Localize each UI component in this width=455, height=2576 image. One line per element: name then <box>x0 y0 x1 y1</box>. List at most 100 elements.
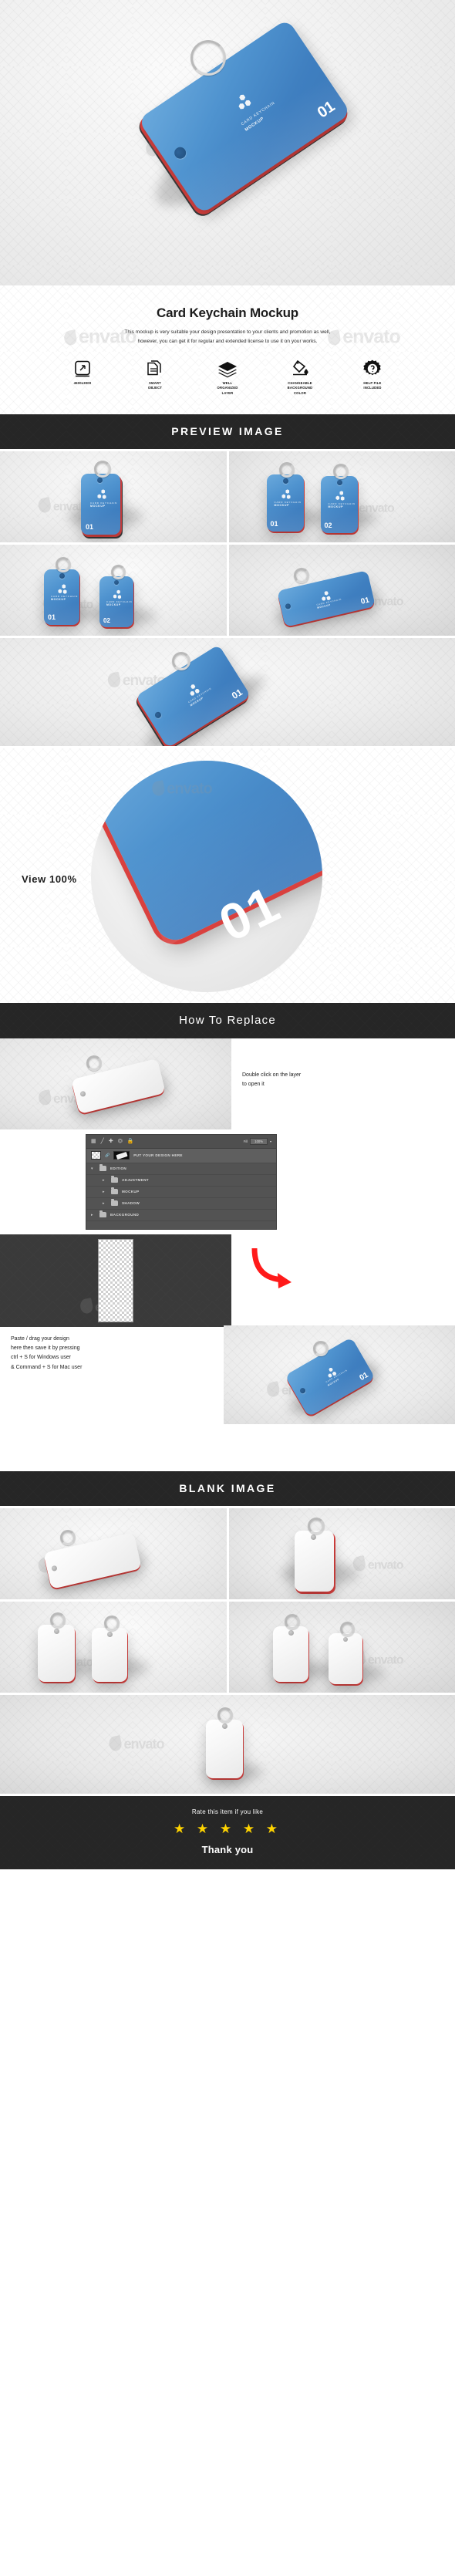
blank-cell-4: envato <box>228 1601 455 1693</box>
blank-image-banner: BLANK IMAGE <box>0 1470 455 1506</box>
card-hole <box>342 1636 348 1642</box>
grid-lock-icon[interactable]: ▦ <box>91 1139 96 1144</box>
layer-row-smart-object[interactable]: 🔗 PUT YOUR DESIGN HERE <box>86 1148 276 1163</box>
blank-cell-1: envato <box>0 1507 227 1599</box>
blank-keychain-mockup <box>199 1707 262 1792</box>
card-face: CARD KEYCHAIN MOCKUP 01 <box>44 569 79 625</box>
feature-caption: 4500x3000 <box>73 381 92 386</box>
link-icon[interactable]: 🔗 <box>105 1153 110 1158</box>
card-hole <box>97 477 103 483</box>
card-logo-icon <box>97 489 106 499</box>
chevron-down-icon[interactable]: ▾ <box>270 1139 271 1143</box>
feature-smart-object: SMART OBJECT <box>133 358 177 396</box>
card-hole <box>107 1631 113 1637</box>
blank-cell-2: envato <box>228 1507 455 1599</box>
preview-cell-3: CARD KEYCHAIN MOCKUP 01 CARD KEYCHAIN MO… <box>0 544 227 636</box>
keyring-icon <box>217 1707 233 1723</box>
footer-rating-section: Rate this item if you like ★ ★ ★ ★ ★ Tha… <box>0 1795 455 1869</box>
move-lock-icon[interactable]: ✚ <box>109 1139 113 1144</box>
keyring-icon <box>284 1613 300 1629</box>
card-hole <box>298 1386 307 1395</box>
layer-row-edition[interactable]: ▾ EDITION <box>86 1163 276 1175</box>
layer-name: SHADOW <box>122 1201 140 1206</box>
step2-line4: & Command + S for Mac user <box>11 1364 83 1370</box>
transparent-canvas-area[interactable] <box>98 1238 133 1322</box>
keyring-icon <box>172 651 190 670</box>
card-number: 01 <box>48 613 56 621</box>
blank-keychain-mockup <box>328 1621 385 1693</box>
photoshop-layers-panel[interactable]: ▦ ╱ ✚ ⏣ 🔒 Fill 100% ▾ 🔗 PUT YOUR DESIGN … <box>86 1133 277 1230</box>
preview-cell-5: CARD KEYCHAIN MOCKUP 01 envato <box>0 637 455 746</box>
folder-icon <box>111 1199 118 1207</box>
blank-keychain-mockup <box>32 1528 187 1593</box>
layer-row-adjustment[interactable]: ▸ ADJUSTMENT <box>86 1175 276 1187</box>
preview-cell-1: CARD KEYCHAIN MOCKUP 01 envato <box>0 451 227 542</box>
page-title: Card Keychain Mockup <box>157 306 298 320</box>
feature-help-file: HELP FILE INCLUDED <box>350 358 395 396</box>
feature-background-color: CHANGEABLE BACKGROUND COLOR <box>278 358 322 396</box>
folder-icon <box>111 1187 118 1195</box>
layer-name: PUT YOUR DESIGN HERE <box>133 1153 183 1158</box>
card-hole <box>282 478 288 484</box>
keychain-mockup: CARD KEYCHAIN MOCKUP 01 <box>266 566 420 629</box>
preview-cell-4: CARD KEYCHAIN MOCKUP 01 envato <box>228 544 455 636</box>
feature-caption: WELL ORGANIZED LAYER <box>217 381 238 395</box>
fill-control[interactable]: Fill 100% ▾ <box>243 1137 271 1145</box>
keyring-icon <box>86 1055 102 1071</box>
lock-all-icon[interactable]: 🔒 <box>127 1139 134 1144</box>
zoomed-card-face <box>91 760 322 947</box>
card-face-blank <box>206 1719 243 1778</box>
fill-value[interactable]: 100% <box>250 1137 268 1145</box>
keychain-mockup: CARD KEYCHAIN MOCKUP 01 <box>266 461 323 539</box>
card-number: 01 <box>86 522 94 531</box>
keyring-icon <box>50 1612 66 1628</box>
intro-description: This mockup is very suitable your design… <box>0 328 455 346</box>
rate-prompt: Rate this item if you like <box>191 1808 264 1815</box>
card-hole <box>284 603 292 610</box>
brush-lock-icon[interactable]: ╱ <box>101 1139 104 1144</box>
hero-keychain: CARD KEYCHAIN MOCKUP 01 <box>135 19 389 264</box>
fill-label: Fill <box>243 1139 248 1143</box>
layer-row-mockup[interactable]: ▸ MOCKUP <box>86 1187 276 1198</box>
card-hole <box>59 572 65 579</box>
card-logo-icon <box>335 491 345 501</box>
keychain-mockup: CARD KEYCHAIN MOCKUP 01 <box>59 460 167 541</box>
howto-step-1: envato Double click on the layer to open… <box>0 1038 455 1129</box>
blank-keychain-mockup <box>272 1613 332 1691</box>
layer-name: BACKGROUND <box>110 1213 140 1217</box>
feature-caption: SMART OBJECT <box>147 381 163 390</box>
layer-row-background[interactable]: ▸ BACKGROUND <box>86 1210 276 1221</box>
hero-image: CARD KEYCHAIN MOCKUP 01 envato <box>0 0 455 285</box>
hero-card-hole <box>172 144 189 161</box>
intro-section: envato envato Card Keychain Mockup This … <box>0 285 455 414</box>
card-number: 02 <box>103 616 110 624</box>
layer-row-shadow[interactable]: ▸ SHADOW <box>86 1198 276 1210</box>
keyring-icon <box>111 564 126 579</box>
feature-list: 4500x3000 SMART OBJECT WELL ORGANIZED LA… <box>0 358 455 396</box>
blank-cell-3: envato <box>0 1601 227 1693</box>
layer-thumbnail-icon <box>91 1151 101 1160</box>
chevron-right-icon[interactable]: ▸ <box>91 1213 96 1217</box>
view-100-label: View 100% <box>22 873 77 885</box>
layer-name: MOCKUP <box>122 1190 140 1194</box>
artboard-lock-icon[interactable]: ⏣ <box>118 1139 123 1144</box>
blank-keychain-mockup <box>91 1615 148 1693</box>
keychain-mockup: CARD KEYCHAIN MOCKUP 01 <box>127 644 328 746</box>
star-rating[interactable]: ★ ★ ★ ★ ★ <box>0 1821 455 1837</box>
card-face: CARD KEYCHAIN MOCKUP 01 <box>81 473 120 535</box>
step2-line2: here then save it by pressing <box>11 1345 80 1352</box>
chevron-right-icon[interactable]: ▸ <box>103 1178 107 1183</box>
chevron-right-icon[interactable]: ▸ <box>103 1190 107 1194</box>
feature-resize: 4500x3000 <box>60 358 105 396</box>
feature-layers: WELL ORGANIZED LAYER <box>205 358 250 396</box>
preview-cell-2: CARD KEYCHAIN MOCKUP 01 CARD KEYCHAIN MO… <box>228 451 455 542</box>
chevron-down-icon[interactable]: ▾ <box>91 1166 96 1171</box>
blank-keychain-mockup <box>37 1612 94 1690</box>
folder-icon <box>111 1176 118 1183</box>
feature-caption: CHANGEABLE BACKGROUND COLOR <box>287 381 313 395</box>
layers-panel-toolbar: ▦ ╱ ✚ ⏣ 🔒 Fill 100% ▾ <box>86 1134 276 1149</box>
card-logo-icon <box>187 683 200 696</box>
chevron-right-icon[interactable]: ▸ <box>103 1201 107 1206</box>
keyring-icon <box>104 1615 120 1631</box>
card-hole <box>54 1628 59 1634</box>
